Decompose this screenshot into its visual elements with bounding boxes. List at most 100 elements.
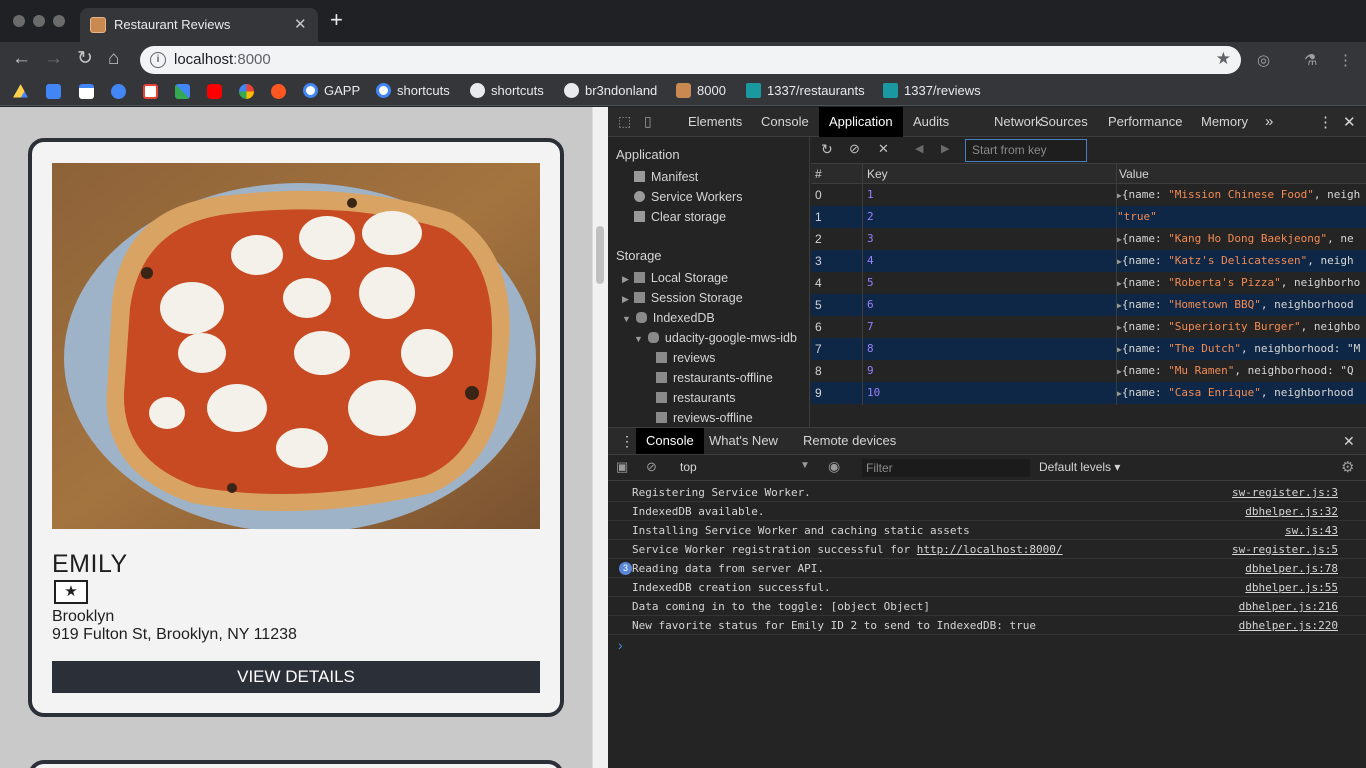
collapse-arrow-icon[interactable]: ▼ (634, 334, 643, 344)
table-row[interactable]: 8 9 ▶{name: "Mu Ramen", neighborhood: "Q (811, 360, 1366, 382)
message-source-link[interactable]: sw-register.js:3 (1232, 483, 1338, 502)
sidebar-item-manifest[interactable]: Manifest (634, 170, 698, 184)
sidebar-item-store-reviews-offline[interactable]: reviews-offline (656, 411, 753, 425)
extension-icon[interactable]: ◎ (1257, 51, 1270, 69)
maximize-window-button[interactable] (53, 15, 65, 27)
console-filter-input[interactable]: Filter (862, 459, 1030, 477)
back-icon[interactable]: ← (12, 48, 31, 70)
sidebar-item-store-reviews[interactable]: reviews (656, 351, 715, 365)
tab-console[interactable]: Console (751, 107, 819, 137)
new-tab-button[interactable]: + (330, 9, 343, 31)
scrollbar-thumb[interactable] (596, 226, 604, 284)
tab-application[interactable]: Application (819, 107, 903, 137)
tab-elements[interactable]: Elements (678, 107, 752, 137)
drawer-tab-whats-new[interactable]: What's New (699, 428, 788, 454)
tab-close-icon[interactable]: ✕ (294, 15, 307, 33)
forward-icon[interactable]: → (44, 48, 63, 70)
browser-tab[interactable]: Restaurant Reviews ✕ (80, 8, 318, 42)
bookmark-star-icon[interactable]: ★ (1216, 49, 1231, 69)
table-row[interactable]: 1 2 "true" (811, 206, 1366, 228)
sidebar-toggle-icon[interactable]: ▣ (616, 459, 628, 475)
sidebar-item-local-storage[interactable]: ▶ Local Storage (622, 271, 728, 285)
context-dropdown-icon[interactable]: ▼ (800, 460, 810, 471)
message-source-link[interactable]: dbhelper.js:32 (1245, 502, 1338, 521)
clear-console-icon[interactable]: ⊘ (646, 459, 657, 475)
sidebar-item-store-restaurants[interactable]: restaurants (656, 391, 736, 405)
drawer-tab-remote-devices[interactable]: Remote devices (793, 428, 906, 454)
menu-icon[interactable]: ⋮ (1338, 51, 1353, 69)
bookmark-1337-reviews[interactable]: 1337/reviews (883, 83, 981, 98)
sidebar-item-session-storage[interactable]: ▶ Session Storage (622, 291, 743, 305)
bookmark-1337-restaurants[interactable]: 1337/restaurants (746, 83, 865, 98)
grid-header-num[interactable]: # (811, 164, 863, 184)
more-tabs-icon[interactable]: » (1265, 113, 1273, 130)
youtube-icon[interactable] (207, 84, 222, 99)
bookmark-br3ndonland[interactable]: br3ndonland (564, 83, 657, 98)
table-row[interactable]: 4 5 ▶{name: "Roberta's Pizza", neighborho (811, 272, 1366, 294)
console-settings-gear-icon[interactable]: ⚙ (1341, 458, 1354, 476)
tab-sources[interactable]: Sources (1030, 107, 1098, 137)
expand-arrow-icon[interactable]: ▶ (622, 274, 629, 284)
minimize-window-button[interactable] (33, 15, 45, 27)
device-toolbar-icon[interactable]: ▯ (644, 113, 652, 130)
message-source-link[interactable]: sw-register.js:5 (1232, 540, 1338, 559)
drive-icon[interactable] (13, 84, 28, 98)
page-scrollbar[interactable] (592, 107, 608, 768)
table-row[interactable]: 3 4 ▶{name: "Katz's Delicatessen", neigh (811, 250, 1366, 272)
collapse-arrow-icon[interactable]: ▼ (622, 314, 631, 324)
close-window-button[interactable] (13, 15, 25, 27)
sidebar-item-service-workers[interactable]: Service Workers (634, 190, 742, 204)
log-levels-dropdown[interactable]: Default levels ▾ (1039, 460, 1120, 474)
inspect-element-icon[interactable]: ⬚ (618, 113, 631, 130)
bookmark-shortcuts-google[interactable]: shortcuts (376, 83, 450, 98)
drawer-menu-icon[interactable]: ⋮ (620, 433, 634, 450)
tab-audits[interactable]: Audits (903, 107, 959, 137)
start-from-key-input[interactable]: Start from key (965, 139, 1087, 162)
view-details-button[interactable]: VIEW DETAILS (52, 661, 540, 693)
calendar-icon[interactable] (79, 84, 94, 99)
clear-icon[interactable]: ⊘ (849, 141, 860, 157)
sidebar-item-indexeddb[interactable]: ▼ IndexedDB (622, 311, 715, 325)
devtools-close-icon[interactable]: ✕ (1343, 113, 1356, 131)
maps-icon[interactable] (175, 84, 190, 99)
expand-arrow-icon[interactable]: ▶ (622, 294, 629, 304)
sidebar-item-database[interactable]: ▼ udacity-google-mws-idb (634, 331, 797, 345)
sidebar-item-clear-storage[interactable]: Clear storage (634, 210, 726, 224)
next-page-icon[interactable]: ▶ (941, 142, 949, 155)
table-row[interactable]: 5 6 ▶{name: "Hometown BBQ", neighborhood (811, 294, 1366, 316)
tab-performance[interactable]: Performance (1098, 107, 1192, 137)
message-source-link[interactable]: dbhelper.js:220 (1239, 616, 1338, 635)
home-icon[interactable]: ⌂ (108, 48, 119, 70)
address-bar[interactable]: i localhost:8000 ★ (140, 46, 1241, 74)
grid-header-value[interactable]: Value (1117, 164, 1366, 184)
message-source-link[interactable]: dbhelper.js:55 (1245, 578, 1338, 597)
table-row[interactable]: 0 1 ▶{name: "Mission Chinese Food", neigh (811, 184, 1366, 206)
refresh-icon[interactable]: ↻ (821, 141, 833, 158)
info-icon[interactable]: i (150, 52, 166, 68)
docs-icon[interactable] (46, 84, 61, 99)
bookmark-gapp[interactable]: GAPP (303, 83, 360, 98)
table-row[interactable]: 9 10 ▶{name: "Casa Enrique", neighborhood (811, 382, 1366, 404)
message-source-link[interactable]: dbhelper.js:78 (1245, 559, 1338, 578)
bookmark-shortcuts-github[interactable]: shortcuts (470, 83, 544, 98)
extension-icon-2[interactable]: ⚗ (1304, 51, 1317, 69)
contacts-icon[interactable] (111, 84, 126, 99)
message-source-link[interactable]: sw.js:43 (1285, 521, 1338, 540)
grid-header-key[interactable]: Key (863, 164, 1117, 184)
message-source-link[interactable]: dbhelper.js:216 (1239, 597, 1338, 616)
reload-icon[interactable]: ↻ (77, 48, 93, 70)
music-icon[interactable] (271, 84, 286, 99)
drawer-tab-console[interactable]: Console (636, 428, 704, 454)
drawer-close-icon[interactable]: ✕ (1343, 433, 1355, 450)
bookmark-8000[interactable]: 8000 (676, 83, 726, 98)
table-row[interactable]: 6 7 ▶{name: "Superiority Burger", neighbo (811, 316, 1366, 338)
gmail-icon[interactable] (143, 84, 158, 99)
sidebar-item-store-restaurants-offline[interactable]: restaurants-offline (656, 371, 773, 385)
tab-memory[interactable]: Memory (1191, 107, 1258, 137)
context-selector[interactable]: top (680, 460, 697, 474)
table-row[interactable]: 7 8 ▶{name: "The Dutch", neighborhood: "M (811, 338, 1366, 360)
eye-icon[interactable]: ◉ (828, 458, 840, 475)
delete-icon[interactable]: ✕ (878, 141, 889, 157)
devtools-menu-icon[interactable]: ⋮ (1318, 113, 1333, 131)
favorite-toggle-button[interactable]: ★ (54, 580, 88, 604)
